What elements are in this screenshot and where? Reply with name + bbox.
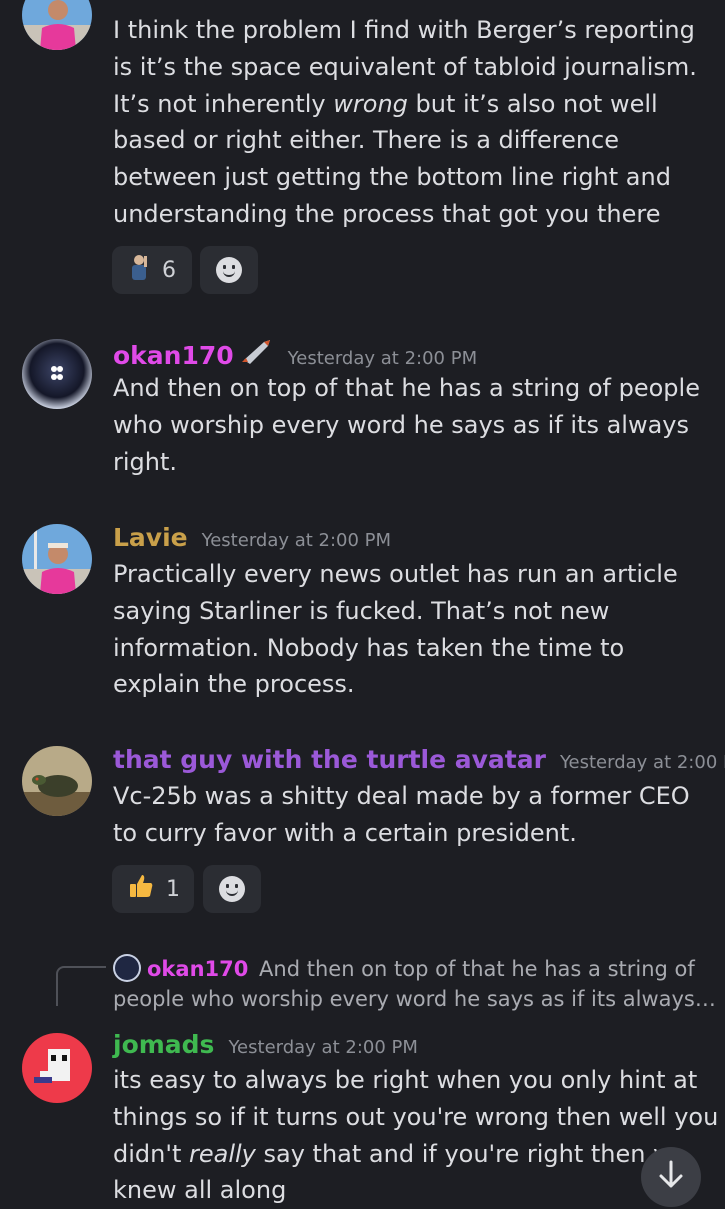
add-reaction-button[interactable]: [203, 865, 261, 913]
reaction-pill[interactable]: 6: [112, 246, 192, 294]
username[interactable]: that guy with the turtle avatar: [113, 745, 546, 774]
reply-spine: [56, 966, 106, 1006]
timestamp: Yesterday at 2:00 PM: [287, 348, 478, 369]
timestamp: Yesterday at 2:00 PM: [228, 1037, 418, 1058]
message-text: And then on top of that he has a string …: [113, 374, 700, 476]
message-text: Vc-25b was a shitty deal made by a forme…: [113, 782, 690, 847]
add-reaction-button[interactable]: [200, 246, 258, 294]
reply-preview-line: people who worship every word he says as…: [113, 987, 716, 1011]
smile-icon: [219, 876, 245, 902]
reaction-count: 1: [166, 876, 180, 902]
arrow-down-icon: [657, 1160, 685, 1194]
avatar-lavie[interactable]: [22, 0, 92, 50]
message-header: okan170 Yesterday at 2:00 PM: [113, 338, 477, 370]
message-header: jomads Yesterday at 2:00 PM: [113, 1030, 418, 1059]
message-text: Practically every news outlet has run an…: [113, 560, 678, 699]
username[interactable]: Lavie: [113, 523, 188, 552]
scroll-to-bottom-button[interactable]: [641, 1147, 701, 1207]
message-text: its easy to always be right when you onl…: [113, 1066, 719, 1205]
smile-icon: [216, 257, 242, 283]
reply-username[interactable]: okan170: [147, 957, 248, 981]
avatar-turtle[interactable]: [22, 746, 92, 816]
reaction-pill[interactable]: 1: [112, 865, 194, 913]
message-text: I think the problem I find with Berger’s…: [113, 16, 697, 228]
message-header: Lavie Yesterday at 2:00 PM: [113, 523, 391, 552]
username[interactable]: jomads: [113, 1030, 214, 1059]
message-header: that guy with the turtle avatar Yesterda…: [113, 745, 725, 774]
avatar-jomads[interactable]: [22, 1033, 92, 1103]
thumbs-up-emoji-icon: [128, 873, 154, 905]
avatar-okan170[interactable]: [22, 339, 92, 409]
rocket-icon: [240, 338, 274, 368]
reply-text-line: And then on top of that he has a string …: [259, 957, 695, 981]
reply-preview[interactable]: okan170 And then on top of that he has a…: [113, 954, 695, 984]
avatar-lavie[interactable]: [22, 524, 92, 594]
timestamp: Yesterday at 2:00 PM: [559, 752, 725, 773]
reply-avatar: [113, 954, 141, 982]
timestamp: Yesterday at 2:00 PM: [201, 530, 392, 551]
username[interactable]: okan170: [113, 341, 234, 370]
person-avatar-emoji-icon: [128, 254, 150, 286]
reaction-count: 6: [162, 257, 176, 283]
